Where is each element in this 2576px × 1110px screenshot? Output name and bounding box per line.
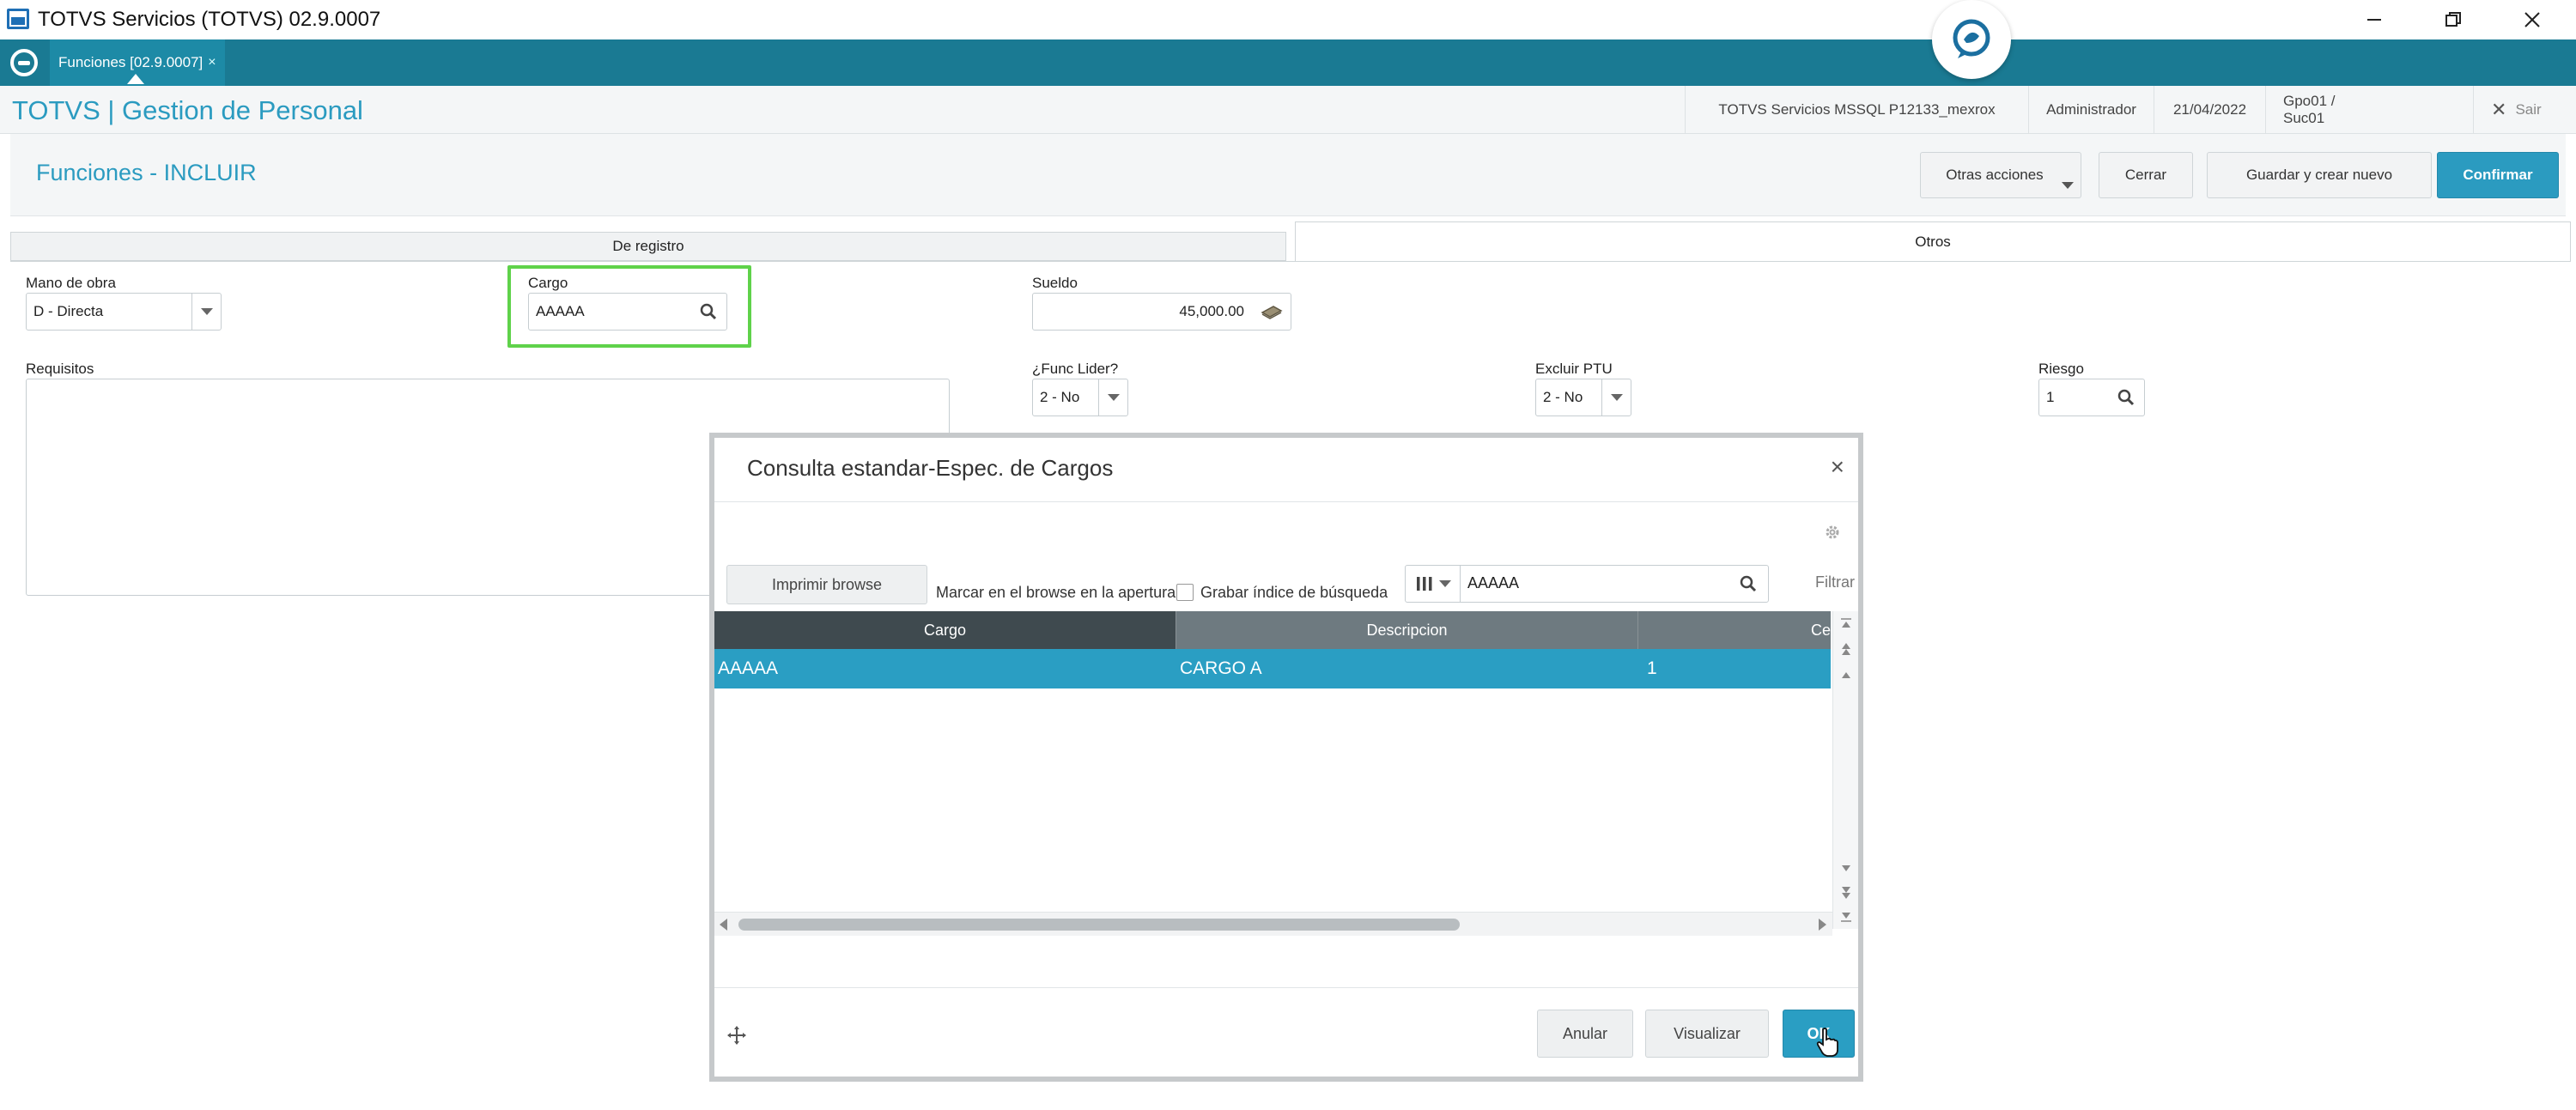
column-header-descripcion[interactable]: Descripcion bbox=[1176, 611, 1638, 649]
dialog-divider bbox=[714, 501, 1858, 502]
save-index-checkbox[interactable] bbox=[1176, 584, 1194, 601]
gear-icon[interactable] bbox=[1822, 522, 1843, 543]
riesgo-input[interactable]: 1 bbox=[2038, 379, 2145, 416]
chat-assistant-icon[interactable] bbox=[1932, 0, 2011, 79]
cargo-highlight bbox=[507, 265, 751, 348]
scroll-top-icon[interactable] bbox=[1838, 615, 1854, 632]
scroll-down-icon[interactable] bbox=[1838, 860, 1854, 877]
excluir-ptu-label: Excluir PTU bbox=[1535, 361, 1613, 377]
sueldo-value: 45,000.00 bbox=[1179, 303, 1244, 319]
filter-button[interactable]: Filtrar bbox=[1815, 573, 1855, 591]
date-info: 21/04/2022 bbox=[2154, 86, 2265, 134]
column-header-ce[interactable]: Ce bbox=[1638, 611, 1831, 649]
search-icon[interactable] bbox=[1739, 574, 1758, 593]
mano-obra-value: D - Directa bbox=[33, 303, 104, 319]
mano-obra-label: Mano de obra bbox=[26, 275, 116, 291]
app-header: TOTVS | Gestion de Personal TOTVS Servic… bbox=[0, 86, 2576, 134]
tab-otros[interactable]: Otros bbox=[1295, 221, 2571, 261]
dialog-close-icon[interactable]: × bbox=[1831, 453, 1844, 481]
scroll-bottom-icon[interactable] bbox=[1838, 908, 1854, 925]
table-row[interactable]: AAAAA CARGO A 1 bbox=[714, 649, 1831, 688]
mark-browse-text: Marcar en el browse en la apertura bbox=[936, 584, 1176, 601]
chevron-down-icon bbox=[2062, 182, 2074, 189]
view-button[interactable]: Visualizar bbox=[1645, 1010, 1769, 1058]
hand-cursor-icon bbox=[1816, 1028, 1838, 1057]
results-grid: Cargo Descripcion Ce AAAAA CARGO A 1 bbox=[714, 611, 1858, 936]
tab-label: Funciones [02.9.0007] bbox=[58, 54, 204, 70]
sueldo-input[interactable]: 45,000.00 bbox=[1032, 293, 1291, 331]
func-lider-label: ¿Func Lider? bbox=[1032, 361, 1119, 377]
search-box: AAAAA bbox=[1405, 565, 1769, 603]
page-header: Funciones - INCLUIR Otras acciones Cerra… bbox=[10, 134, 2566, 216]
close-button[interactable]: Cerrar bbox=[2099, 152, 2193, 198]
other-actions-label: Otras acciones bbox=[1946, 167, 2044, 183]
search-input[interactable]: AAAAA bbox=[1467, 574, 1519, 592]
sueldo-label: Sueldo bbox=[1032, 275, 1078, 291]
app-window-icon bbox=[7, 9, 29, 29]
app-title: TOTVS | Gestion de Personal bbox=[12, 95, 363, 125]
chevron-down-icon[interactable] bbox=[1098, 379, 1127, 415]
chevron-down-icon bbox=[1438, 580, 1451, 587]
vertical-scrollbar[interactable] bbox=[1832, 611, 1858, 929]
active-tab-marker bbox=[127, 74, 144, 84]
column-header-cargo[interactable]: Cargo bbox=[714, 611, 1176, 649]
money-icon bbox=[1261, 306, 1283, 319]
lookup-dialog: Consulta estandar-Espec. de Cargos × Imp… bbox=[709, 433, 1863, 1082]
save-index-label: Grabar índice de búsqueda bbox=[1200, 584, 1388, 601]
totvs-logo-icon[interactable] bbox=[10, 49, 38, 76]
branch-info[interactable]: Gpo01 / Suc01 bbox=[2265, 86, 2391, 134]
column-select-button[interactable] bbox=[1406, 566, 1461, 602]
riesgo-value: 1 bbox=[2046, 389, 2055, 405]
exit-button[interactable]: ✕ Sair bbox=[2473, 86, 2559, 134]
cell-cargo: AAAAA bbox=[718, 658, 779, 678]
horizontal-scroll-thumb[interactable] bbox=[738, 919, 1460, 931]
mano-obra-select[interactable]: D - Directa bbox=[26, 293, 222, 331]
scroll-page-up-icon[interactable] bbox=[1838, 640, 1854, 658]
cancel-button[interactable]: Anular bbox=[1537, 1010, 1633, 1058]
environment-info: TOTVS Servicios MSSQL P12133_mexrox bbox=[1685, 86, 2028, 134]
user-info: Administrador bbox=[2028, 86, 2154, 134]
chevron-down-icon[interactable] bbox=[191, 294, 221, 330]
scroll-right-icon[interactable] bbox=[1819, 919, 1826, 931]
move-icon[interactable] bbox=[726, 1025, 747, 1046]
page-title: Funciones - INCLUIR bbox=[36, 160, 257, 185]
horizontal-scrollbar[interactable] bbox=[714, 912, 1832, 936]
minimize-icon[interactable] bbox=[2336, 0, 2413, 39]
excluir-ptu-value: 2 - No bbox=[1543, 389, 1583, 405]
scroll-page-down-icon[interactable] bbox=[1838, 884, 1854, 901]
grid-header: Cargo Descripcion Ce bbox=[714, 611, 1831, 649]
scroll-left-icon[interactable] bbox=[720, 919, 727, 931]
dialog-footer-divider bbox=[714, 987, 1858, 988]
columns-icon bbox=[1416, 577, 1431, 591]
other-actions-button[interactable]: Otras acciones bbox=[1920, 152, 2081, 198]
exit-label: Sair bbox=[2515, 101, 2542, 118]
riesgo-label: Riesgo bbox=[2038, 361, 2084, 377]
window-title: TOTVS Servicios (TOTVS) 02.9.0007 bbox=[38, 8, 381, 31]
cell-ce: 1 bbox=[1647, 658, 1657, 678]
print-browse-button[interactable]: Imprimir browse bbox=[726, 565, 927, 604]
confirm-button[interactable]: Confirmar bbox=[2437, 152, 2559, 198]
scroll-up-icon[interactable] bbox=[1838, 666, 1854, 683]
search-icon[interactable] bbox=[2117, 388, 2136, 407]
requisitos-label: Requisitos bbox=[26, 361, 94, 377]
excluir-ptu-select[interactable]: 2 - No bbox=[1535, 379, 1631, 416]
window-close-icon[interactable] bbox=[2494, 0, 2571, 39]
func-lider-value: 2 - No bbox=[1040, 389, 1080, 405]
func-lider-select[interactable]: 2 - No bbox=[1032, 379, 1128, 416]
top-navbar: Funciones [02.9.0007] × ? bbox=[0, 39, 2576, 111]
tab-de-registro[interactable]: De registro bbox=[10, 232, 1286, 261]
window-titlebar: TOTVS Servicios (TOTVS) 02.9.0007 bbox=[0, 0, 2576, 39]
restore-icon[interactable] bbox=[2415, 0, 2492, 39]
dialog-title: Consulta estandar-Espec. de Cargos bbox=[747, 455, 1114, 481]
exit-icon: ✕ bbox=[2491, 99, 2507, 120]
cell-descripcion: CARGO A bbox=[1180, 658, 1262, 678]
save-new-button[interactable]: Guardar y crear nuevo bbox=[2207, 152, 2432, 198]
chevron-down-icon[interactable] bbox=[1601, 379, 1631, 415]
tab-close-icon[interactable]: × bbox=[208, 55, 216, 70]
